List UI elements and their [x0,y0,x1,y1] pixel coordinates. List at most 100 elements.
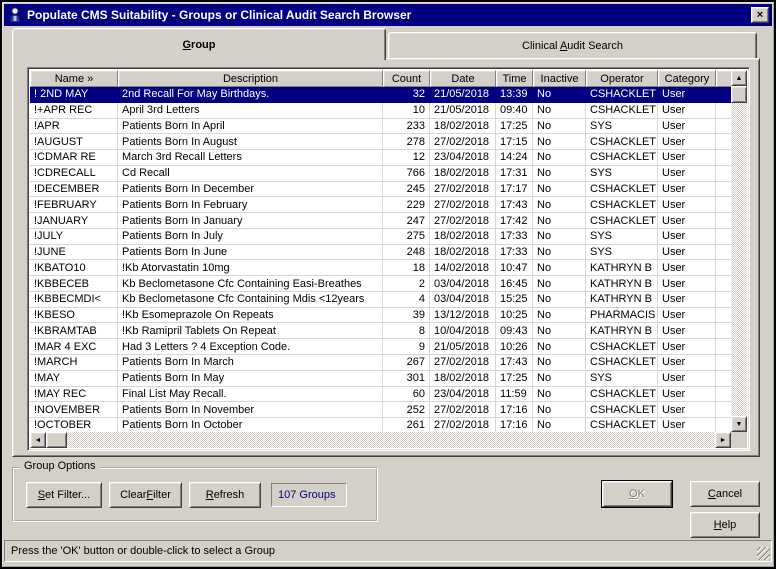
tab-clinical-audit-search-label: Clinical Audit Search [522,40,623,52]
group-list: Name » Description Count Date Time Inact… [27,67,750,451]
table-row[interactable]: !KBESO !Kb Esomeprazole On Repeats 39 13… [30,308,731,324]
horizontal-scroll-thumb[interactable] [46,432,67,448]
cell-date: 23/04/2018 [430,150,496,165]
table-row[interactable]: !JUNE Patients Born In June 248 18/02/20… [30,245,731,261]
tab-group-label: Group [182,39,215,51]
cell-category: User [658,166,716,181]
cell-date: 27/02/2018 [430,213,496,228]
table-row[interactable]: !KBBECMDI< Kb Beclometasone Cfc Containi… [30,292,731,308]
cell-operator: CSHACKLET [586,103,658,118]
table-row[interactable]: !APR Patients Born In April 233 18/02/20… [30,119,731,135]
vertical-scroll-thumb[interactable] [731,86,747,103]
column-header-date[interactable]: Date [430,70,496,87]
cell-description: Patients Born In March [118,355,383,370]
cell-date: 27/02/2018 [430,418,496,432]
table-row[interactable]: !OCTOBER Patients Born In October 261 27… [30,418,731,432]
cell-date: 23/04/2018 [430,387,496,402]
set-filter-button[interactable]: Set Filter... [26,482,102,508]
table-row[interactable]: !FEBRUARY Patients Born In February 229 … [30,197,731,213]
column-header-inactive[interactable]: Inactive [533,70,586,87]
column-header-time[interactable]: Time [496,70,533,87]
cell-count: 39 [383,308,430,323]
cell-count: 275 [383,229,430,244]
column-header-operator[interactable]: Operator [586,70,658,87]
scroll-down-button[interactable]: ▼ [731,416,747,432]
tab-panel-group: Name » Description Count Date Time Inact… [12,58,760,457]
cell-category: User [658,387,716,402]
table-row[interactable]: !CDMAR RE March 3rd Recall Letters 12 23… [30,150,731,166]
cancel-button[interactable]: Cancel [690,481,760,507]
cell-category: User [658,418,716,432]
scroll-left-button[interactable]: ◄ [30,432,46,448]
table-row[interactable]: !AUGUST Patients Born In August 278 27/0… [30,134,731,150]
cell-time: 10:26 [496,339,533,354]
cell-count: 278 [383,134,430,149]
table-row[interactable]: !NOVEMBER Patients Born In November 252 … [30,402,731,418]
column-header-name[interactable]: Name » [30,70,118,87]
status-bar: Press the 'OK' button or double-click to… [4,540,772,562]
vertical-scrollbar[interactable]: ▲ ▼ [731,70,747,432]
horizontal-scrollbar[interactable]: ◄ ► [30,432,731,448]
cell-name: !MAR 4 EXC [30,339,118,354]
close-button[interactable]: × [751,7,769,23]
cell-operator: CSHACKLET [586,197,658,212]
cell-operator: CSHACKLET [586,134,658,149]
cell-count: 766 [383,166,430,181]
table-row[interactable]: !MAR 4 EXC Had 3 Letters ? 4 Exception C… [30,339,731,355]
cell-time: 17:16 [496,402,533,417]
scroll-left-icon: ◄ [35,437,42,444]
cell-count: 12 [383,150,430,165]
column-header-count[interactable]: Count [383,70,430,87]
table-row[interactable]: !KBATO10 !Kb Atorvastatin 10mg 18 14/02/… [30,260,731,276]
cell-name: !JUNE [30,245,118,260]
table-row[interactable]: ! 2ND MAY 2nd Recall For May Birthdays. … [30,87,731,103]
cell-category: User [658,371,716,386]
refresh-button[interactable]: Refresh [189,482,261,508]
table-row[interactable]: !MAY REC Final List May Recall. 60 23/04… [30,387,731,403]
cell-date: 18/02/2018 [430,166,496,181]
cell-category: User [658,355,716,370]
resize-grip[interactable] [757,547,770,560]
cell-inactive: No [533,197,586,212]
table-row[interactable]: !KBBECEB Kb Beclometasone Cfc Containing… [30,276,731,292]
cell-description: !Kb Esomeprazole On Repeats [118,308,383,323]
table-row[interactable]: !MAY Patients Born In May 301 18/02/2018… [30,371,731,387]
cell-inactive: No [533,119,586,134]
cell-time: 17:17 [496,182,533,197]
column-header-filler [716,70,731,87]
table-row[interactable]: !JULY Patients Born In July 275 18/02/20… [30,229,731,245]
cell-time: 16:45 [496,276,533,291]
cell-date: 27/02/2018 [430,402,496,417]
cell-operator: CSHACKLET [586,150,658,165]
cell-name: !JULY [30,229,118,244]
cell-category: User [658,308,716,323]
cell-operator: KATHRYN B [586,260,658,275]
tab-clinical-audit-search[interactable]: Clinical Audit Search [388,32,757,58]
clear-filter-button[interactable]: Clear Filter [109,482,182,508]
table-row[interactable]: !JANUARY Patients Born In January 247 27… [30,213,731,229]
cell-name: !MAY REC [30,387,118,402]
tab-group[interactable]: Group [12,28,386,60]
cell-inactive: No [533,87,586,102]
help-button[interactable]: Help [690,512,760,538]
table-row[interactable]: !+APR REC April 3rd Letters 10 21/05/201… [30,103,731,119]
scroll-right-button[interactable]: ► [715,432,731,448]
cell-operator: CSHACKLET [586,418,658,432]
column-header-category[interactable]: Category [658,70,716,87]
cell-time: 09:40 [496,103,533,118]
cell-inactive: No [533,292,586,307]
cell-inactive: No [533,166,586,181]
table-row[interactable]: !DECEMBER Patients Born In December 245 … [30,182,731,198]
cell-category: User [658,260,716,275]
ok-button[interactable]: OK [602,481,672,507]
table-row[interactable]: !KBRAMTAB !Kb Ramipril Tablets On Repeat… [30,323,731,339]
cell-inactive: No [533,134,586,149]
scroll-up-button[interactable]: ▲ [731,70,747,86]
cell-count: 2 [383,276,430,291]
cell-operator: CSHACKLET [586,355,658,370]
column-header-description[interactable]: Description [118,70,383,87]
cell-name: !MARCH [30,355,118,370]
cell-inactive: No [533,418,586,432]
table-row[interactable]: !CDRECALL Cd Recall 766 18/02/2018 17:31… [30,166,731,182]
table-row[interactable]: !MARCH Patients Born In March 267 27/02/… [30,355,731,371]
